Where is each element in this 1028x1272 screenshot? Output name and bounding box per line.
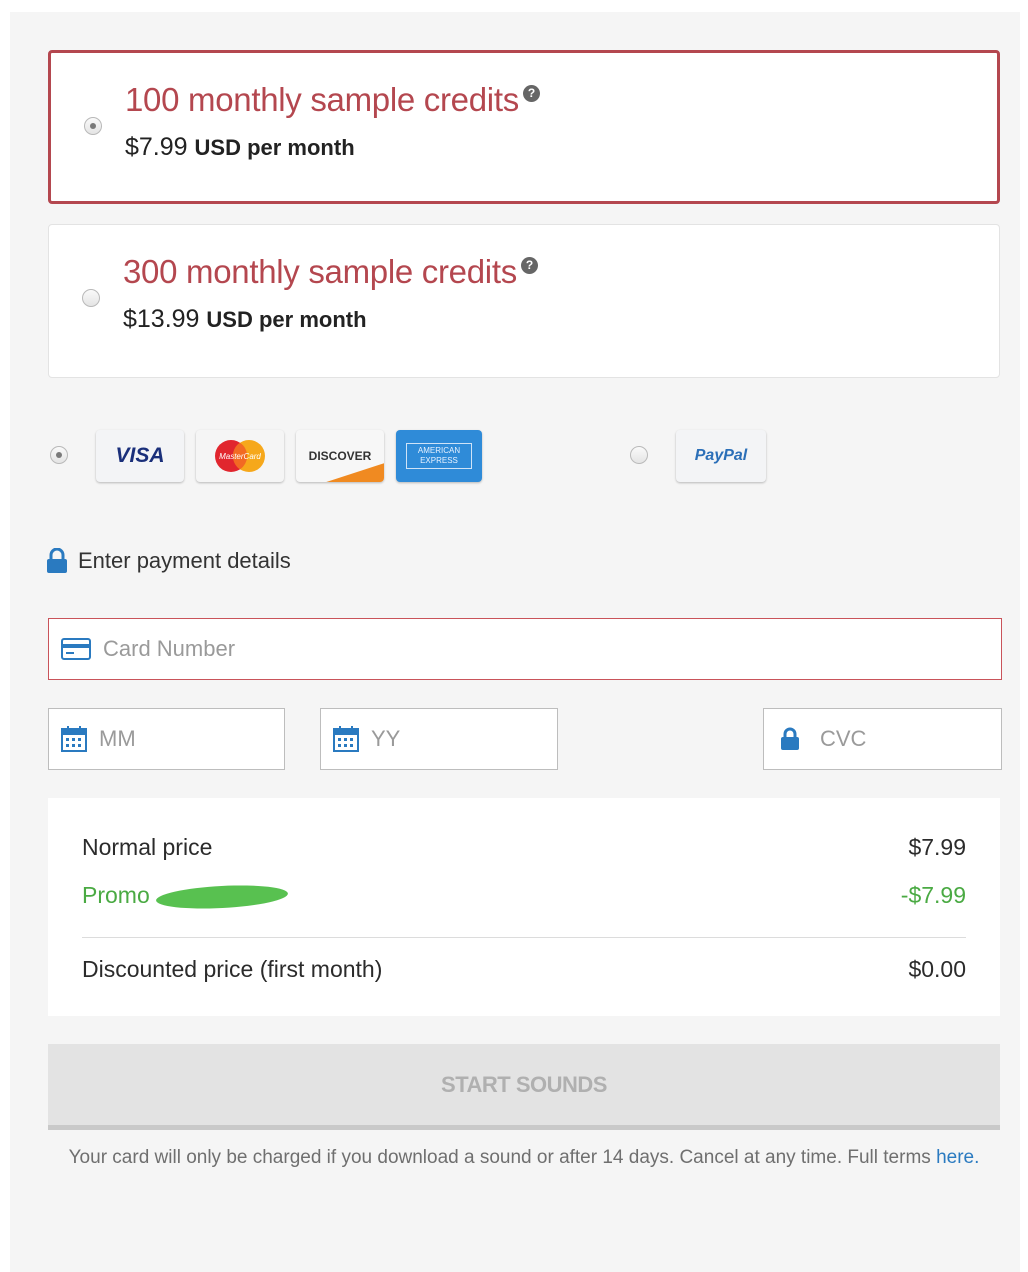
terms-link[interactable]: here. — [936, 1147, 979, 1168]
cvc-field[interactable] — [763, 708, 1002, 770]
plan-title: 300 monthly sample credits? — [123, 253, 538, 291]
lock-icon — [47, 548, 67, 573]
visa-logo: VISA — [96, 430, 184, 482]
card-number-input[interactable] — [101, 635, 1001, 663]
card-payment-radio[interactable] — [50, 446, 68, 464]
expiry-month-input[interactable] — [97, 725, 284, 753]
discover-logo: DISCOVER — [296, 430, 384, 482]
calendar-icon — [61, 726, 87, 752]
mastercard-logo: MasterCard — [196, 430, 284, 482]
promo-row: Promo -$7.99 — [82, 882, 966, 912]
question-icon[interactable]: ? — [520, 257, 538, 274]
plan-100-radio[interactable] — [84, 117, 102, 135]
paypal-logo: PayPal — [676, 430, 766, 482]
plan-300-radio[interactable] — [82, 289, 100, 307]
mastercard-icon: MasterCard — [215, 440, 265, 472]
normal-price-row: Normal price $7.99 — [82, 834, 966, 860]
lock-icon — [780, 727, 800, 751]
expiry-year-field[interactable] — [320, 708, 558, 770]
start-sounds-button[interactable]: START SOUNDS — [48, 1044, 1000, 1130]
plan-option-100[interactable]: 100 monthly sample credits? $7.99 USD pe… — [48, 50, 1000, 204]
discover-stripe — [322, 461, 384, 482]
expiry-year-input[interactable] — [369, 725, 557, 753]
plan-title: 100 monthly sample credits? — [125, 81, 540, 119]
amex-logo: AMERICAN EXPRESS — [396, 430, 482, 482]
redacted-promo-code — [155, 882, 289, 912]
cvc-input[interactable] — [818, 725, 1001, 753]
price-summary: Normal price $7.99 Promo -$7.99 Discount… — [48, 798, 1000, 1016]
paypal-payment-radio[interactable] — [630, 446, 648, 464]
plan-option-300[interactable]: 300 monthly sample credits? $13.99 USD p… — [48, 224, 1000, 378]
calendar-icon — [333, 726, 359, 752]
charge-disclaimer: Your card will only be charged if you do… — [68, 1147, 980, 1168]
plan-price: $7.99 USD per month — [125, 133, 355, 161]
discounted-price-row: Discounted price (first month) $0.00 — [82, 956, 966, 982]
question-icon[interactable]: ? — [522, 85, 540, 102]
card-number-field[interactable] — [48, 618, 1002, 680]
svg-text:MasterCard: MasterCard — [219, 452, 261, 461]
payment-details-heading: Enter payment details — [46, 548, 291, 574]
expiry-month-field[interactable] — [48, 708, 285, 770]
summary-divider — [82, 937, 966, 938]
plan-price: $13.99 USD per month — [123, 305, 367, 333]
credit-card-icon — [61, 638, 91, 660]
